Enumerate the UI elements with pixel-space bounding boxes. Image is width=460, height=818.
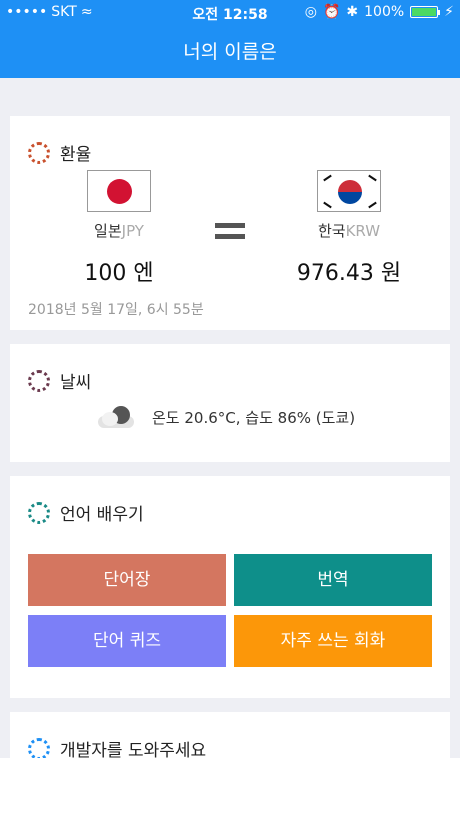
cloud-icon [98,404,138,430]
battery-icon [410,6,441,18]
common-phrases-button[interactable]: 자주 쓰는 회화 [234,615,432,667]
support-developer-title: 개발자를 도와주세요 [60,741,207,758]
battery-fill [412,8,437,16]
weather-header: 날씨 [28,368,91,393]
from-currency[interactable]: 일본JPY 100 엔 [39,170,199,287]
bluetooth-icon: ✱ [346,4,359,20]
main-content[interactable]: 환율 일본JPY 100 엔 한국KRW 976.43 원 2018년 5월 1 [0,78,460,758]
from-code: JPY [121,222,144,240]
korea-flag-icon [317,170,381,212]
to-amount: 976.43 원 [296,261,402,286]
support-developer-header: 개발자를 도와주세요 [28,736,206,758]
language-header: 언어 배우기 [28,500,144,525]
ring-icon [28,369,50,392]
ring-icon [28,141,50,164]
exchange-rate-header: 환율 [28,140,91,165]
status-right: ◎ ⏰ ✱ 100% ⚡ [305,4,454,20]
from-amount: 100 엔 [84,261,154,286]
vocabulary-button[interactable]: 단어장 [28,554,226,606]
exchange-rate-title: 환율 [60,145,92,165]
ring-icon [28,501,50,524]
weather-summary-row: 온도 20.6°C, 습도 86% (도쿄) [98,404,355,430]
japan-flag-icon [87,170,151,212]
exchange-rate-card[interactable]: 환율 일본JPY 100 엔 한국KRW 976.43 원 2018년 5월 1 [10,116,450,330]
weather-card[interactable]: 날씨 온도 20.6°C, 습도 86% (도쿄) [10,344,450,462]
language-title: 언어 배우기 [60,505,144,525]
from-currency-name: 일본JPY [39,220,199,241]
charging-icon: ⚡ [444,4,454,20]
rotation-lock-icon: ◎ [304,4,317,20]
word-quiz-button[interactable]: 단어 퀴즈 [28,615,226,667]
weather-summary: 온도 20.6°C, 습도 86% (도쿄) [152,408,356,427]
from-country: 일본 [94,222,122,240]
ring-icon [28,737,50,758]
weather-title: 날씨 [60,373,92,393]
status-bar: ••••• SKT ≈ 오전 12:58 ◎ ⏰ ✱ 100% ⚡ [0,0,460,26]
language-card: 언어 배우기 단어장 번역 단어 퀴즈 자주 쓰는 회화 [10,476,450,698]
exchange-updated-time: 2018년 5월 17일, 6시 55분 [28,302,204,318]
to-code: KRW [345,222,381,240]
alarm-icon: ⏰ [322,4,341,20]
support-developer-card[interactable]: 개발자를 도와주세요 [10,712,450,758]
equals-icon [215,223,245,245]
nav-title: 너의 이름은 [0,26,460,78]
to-currency-name: 한국KRW [269,220,429,241]
to-currency[interactable]: 한국KRW 976.43 원 [269,170,429,287]
translate-button[interactable]: 번역 [234,554,432,606]
to-country: 한국 [317,222,346,240]
battery-percent: 100% [364,4,405,20]
